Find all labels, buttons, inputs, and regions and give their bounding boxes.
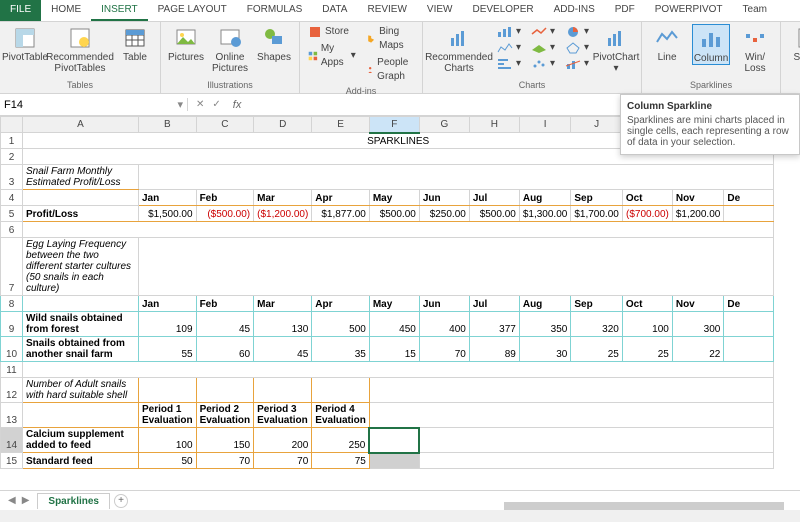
tab-formulas[interactable]: FORMULAS xyxy=(237,0,313,21)
chart-surface-button[interactable]: ▾ xyxy=(529,40,557,56)
recommended-charts-button[interactable]: Recommended Charts xyxy=(429,24,489,74)
sparkline-column-button[interactable]: Column xyxy=(692,24,730,65)
name-box[interactable]: F14▾ xyxy=(0,98,188,111)
pivottable-button[interactable]: PivotTable xyxy=(6,24,44,63)
ribbon: PivotTable Recommended PivotTables Table… xyxy=(0,22,800,94)
group-label-charts: Charts xyxy=(429,79,635,91)
online-pictures-button[interactable]: Online Pictures xyxy=(211,24,249,74)
tab-home[interactable]: HOME xyxy=(41,0,91,21)
chart-line-button[interactable]: ▾ xyxy=(529,24,557,40)
chart-radar-button[interactable]: ▾ xyxy=(563,40,591,56)
group-label-tables: Tables xyxy=(6,79,154,91)
group-filters: Slicer Timeline Filters xyxy=(781,22,800,93)
tab-developer[interactable]: DEVELOPER xyxy=(462,0,543,21)
chart-bar-button[interactable]: ▾ xyxy=(495,24,523,40)
chart-pie-button[interactable]: ▾ xyxy=(563,24,591,40)
slicer-button[interactable]: Slicer xyxy=(787,24,800,63)
store-button[interactable]: Store xyxy=(306,24,358,40)
group-charts: Recommended Charts ▾ ▾ ▾ ▾ ▾ ▾ ▾ ▾ ▾ Piv… xyxy=(423,22,642,93)
sparkline-winloss-button[interactable]: Win/ Loss xyxy=(736,24,774,74)
tab-file[interactable]: FILE xyxy=(0,0,41,21)
tab-team[interactable]: Team xyxy=(733,0,777,21)
ribbon-tabs: FILE HOME INSERT PAGE LAYOUT FORMULAS DA… xyxy=(0,0,800,22)
chart-stock-button[interactable]: ▾ xyxy=(495,40,523,56)
group-illustrations: Pictures Online Pictures Shapes Illustra… xyxy=(161,22,300,93)
cancel-icon: ✕ xyxy=(196,99,204,110)
pictures-button[interactable]: Pictures xyxy=(167,24,205,63)
shapes-button[interactable]: Shapes xyxy=(255,24,293,63)
tab-review[interactable]: REVIEW xyxy=(357,0,416,21)
group-label-sparklines: Sparklines xyxy=(648,79,774,91)
tab-pagelayout[interactable]: PAGE LAYOUT xyxy=(148,0,237,21)
fx-icon[interactable]: fx xyxy=(229,99,246,111)
people-graph-button[interactable]: People Graph xyxy=(364,55,416,85)
group-sparklines: Line Column Win/ Loss Sparklines xyxy=(642,22,781,93)
tab-pdf[interactable]: PDF xyxy=(605,0,645,21)
group-label-illus: Illustrations xyxy=(167,79,293,91)
sheet-tab-bar: ◀ ▶ Sparklines + xyxy=(0,490,800,510)
active-cell[interactable] xyxy=(369,428,419,453)
tab-data[interactable]: DATA xyxy=(312,0,357,21)
bing-maps-button[interactable]: Bing Maps xyxy=(364,24,416,54)
sheet-add-button[interactable]: + xyxy=(114,494,128,508)
worksheet-grid[interactable]: A B C D E F G H I J K L M 1SPARKLINES 2 … xyxy=(0,116,800,500)
sheet-next-icon[interactable]: ▶ xyxy=(22,495,30,506)
tab-view[interactable]: VIEW xyxy=(417,0,463,21)
sheet-prev-icon[interactable]: ◀ xyxy=(8,495,16,506)
group-label-filters: Filters xyxy=(787,79,800,91)
recommended-pivot-button[interactable]: Recommended PivotTables xyxy=(50,24,110,74)
status-bar xyxy=(0,510,800,522)
enter-icon: ✓ xyxy=(212,99,220,110)
sparkline-line-button[interactable]: Line xyxy=(648,24,686,63)
myapps-button[interactable]: My Apps▾ xyxy=(306,41,358,71)
tooltip-column-sparkline: Column Sparkline Sparklines are mini cha… xyxy=(620,94,800,155)
chart-hbar-button[interactable]: ▾ xyxy=(495,56,523,72)
group-addins: Store My Apps▾ Bing Maps People Graph Ad… xyxy=(300,22,423,93)
group-tables: PivotTable Recommended PivotTables Table… xyxy=(0,22,161,93)
group-label-addins: Add-ins xyxy=(306,85,416,96)
chart-scatter-button[interactable]: ▾ xyxy=(529,56,557,72)
table-button[interactable]: Table xyxy=(116,24,154,63)
sheet-tab-sparklines[interactable]: Sparklines xyxy=(37,493,110,509)
pivotchart-button[interactable]: PivotChart▾ xyxy=(597,24,635,74)
chart-combo-button[interactable]: ▾ xyxy=(563,56,591,72)
tab-addins[interactable]: ADD-INS xyxy=(544,0,605,21)
tab-powerpivot[interactable]: POWERPIVOT xyxy=(645,0,733,21)
tab-insert[interactable]: INSERT xyxy=(91,0,148,21)
